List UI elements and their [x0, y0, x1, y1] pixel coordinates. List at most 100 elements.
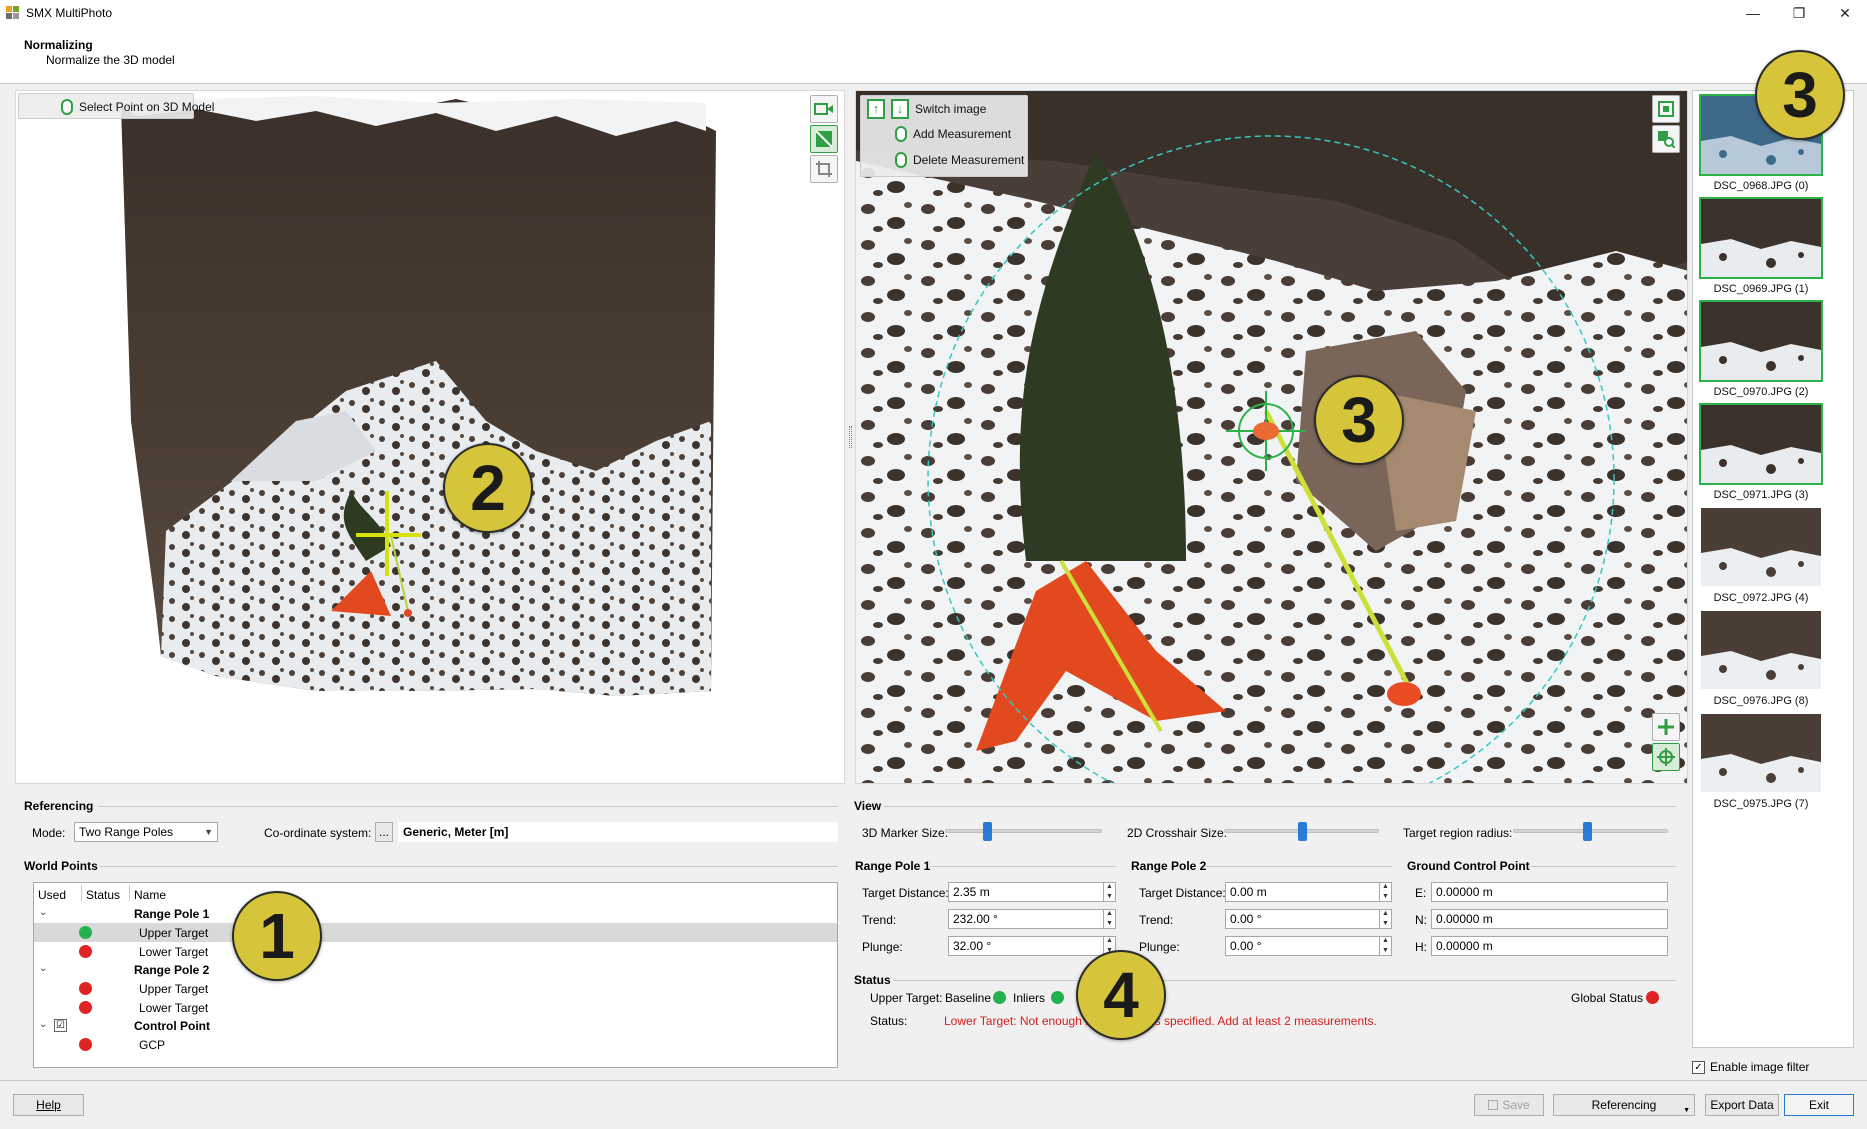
marker-size-slider-track[interactable] [945, 829, 1102, 833]
rp1-distance-spinner[interactable]: ▲ ▼ [1103, 882, 1115, 902]
rp1-trend-input[interactable]: 232.00 ° [948, 909, 1116, 929]
coord-system-value: Generic, Meter [m] [398, 822, 838, 842]
thumbnail-image[interactable] [1699, 300, 1823, 382]
target-radius-label: Target region radius: [1403, 826, 1513, 840]
inliers-status-dot [1051, 991, 1064, 1004]
window-title: SMX MultiPhoto [26, 6, 113, 20]
add-point-button[interactable] [1652, 713, 1680, 741]
thumbnail-label: DSC_0969.JPG (1) [1713, 283, 1809, 295]
column-divider [81, 885, 82, 901]
viewport-splitter[interactable] [849, 426, 852, 448]
global-status-label: Global Status [1571, 991, 1644, 1005]
exit-button[interactable]: Exit [1784, 1094, 1854, 1116]
referencing-section-title: Referencing [24, 799, 94, 813]
target-radius-slider-thumb[interactable] [1583, 822, 1593, 841]
wizard-header: Normalizing Normalize the 3D model [0, 26, 1867, 84]
referencing-button[interactable]: Referencing ▼ [1553, 1094, 1695, 1116]
texture-icon [815, 130, 833, 148]
rp2-trend-label: Trend: [1139, 913, 1174, 927]
tree-row-lower-target-2[interactable]: Lower Target [34, 998, 837, 1017]
world-points-section-title: World Points [24, 859, 98, 873]
status-section-title: Status [854, 973, 891, 987]
rp1-plunge-input[interactable]: 32.00 ° [948, 936, 1116, 956]
arrow-down-icon: ↓ [891, 99, 909, 119]
gcp-e-input[interactable]: 0.00000 m [1431, 882, 1668, 902]
video-camera-icon [814, 103, 833, 115]
mode-select[interactable]: Two Range Poles ▼ [74, 822, 218, 842]
chevron-down-icon[interactable]: ⌄ [39, 1019, 47, 1030]
model-3d-render [116, 96, 716, 696]
control-point-used-checkbox[interactable]: ☑ [54, 1019, 67, 1032]
tree-label: Range Pole 2 [134, 963, 210, 977]
gcp-e-label: E: [1415, 886, 1427, 900]
thumbnail-label: DSC_0970.JPG (2) [1713, 386, 1809, 398]
rp1-distance-label: Target Distance: [862, 886, 949, 900]
global-status-dot [1646, 991, 1659, 1004]
column-divider [129, 885, 130, 901]
zoom-region-button[interactable] [1652, 125, 1680, 153]
marker-badge-2: 2 [443, 443, 533, 533]
thumbnail-label: DSC_0975.JPG (7) [1713, 798, 1809, 810]
thumbnail-label: DSC_0968.JPG (0) [1713, 180, 1809, 192]
coord-system-browse-button[interactable]: ... [375, 822, 393, 842]
rp2-plunge-label: Plunge: [1139, 940, 1180, 954]
rp2-trend-input[interactable]: 0.00 ° [1225, 909, 1392, 929]
save-button[interactable]: Save [1474, 1094, 1544, 1116]
thumbnail-image[interactable] [1699, 506, 1823, 588]
rp2-distance-spinner[interactable]: ▲ ▼ [1379, 882, 1391, 902]
help-button[interactable]: Help [13, 1094, 84, 1116]
save-icon [1488, 1100, 1499, 1110]
crosshair-size-slider-thumb[interactable] [1297, 822, 1307, 841]
rp2-distance-input[interactable]: 0.00 m [1225, 882, 1392, 902]
tree-row-upper-target-1[interactable]: Upper Target [34, 923, 837, 942]
image-2d-viewport[interactable]: ↑ ↓ Switch image Add Measurement Delete … [855, 90, 1688, 784]
thumbnail-panel[interactable]: DSC_0968.JPG (0) DSC_0969.JPG (1) DSC_0970… [1692, 90, 1854, 1048]
thumbnail-image[interactable] [1699, 712, 1823, 794]
tree-row-range-pole-2[interactable]: ⌄ Range Pole 2 [34, 960, 837, 979]
rp1-distance-input[interactable]: 2.35 m [948, 882, 1116, 902]
tree-row-lower-target-1[interactable]: Lower Target [34, 942, 837, 961]
rp1-trend-label: Trend: [862, 913, 897, 927]
center-target-button[interactable] [1652, 743, 1680, 771]
fit-view-button[interactable] [1652, 95, 1680, 123]
target-icon [1657, 748, 1675, 766]
rp1-trend-spinner[interactable]: ▲ ▼ [1103, 909, 1115, 929]
rp2-trend-spinner[interactable]: ▲ ▼ [1379, 909, 1391, 929]
texture-toggle-button[interactable] [810, 125, 838, 153]
fit-to-window-icon [1658, 101, 1674, 117]
camera-view-button[interactable] [810, 95, 838, 123]
zoom-in-icon [1658, 131, 1675, 148]
marker-size-slider-thumb[interactable] [983, 822, 993, 841]
close-button[interactable]: ✕ [1822, 0, 1867, 26]
restore-button[interactable]: ❐ [1776, 0, 1822, 26]
chevron-down-icon[interactable]: ⌄ [39, 907, 47, 918]
gcp-n-label: N: [1415, 913, 1427, 927]
coord-system-label: Co-ordinate system: [264, 826, 372, 840]
gcp-h-input[interactable]: 0.00000 m [1431, 936, 1668, 956]
thumbnail-image[interactable] [1699, 609, 1823, 691]
minimize-button[interactable]: — [1730, 0, 1776, 26]
rp2-plunge-input[interactable]: 0.00 ° [1225, 936, 1392, 956]
tree-row-range-pole-1[interactable]: ⌄ Range Pole 1 [34, 904, 837, 923]
thumbnail-image[interactable] [1699, 197, 1823, 279]
save-label: Save [1502, 1098, 1530, 1112]
export-data-button[interactable]: Export Data [1705, 1094, 1779, 1116]
thumbnail-image[interactable] [1699, 403, 1823, 485]
gcp-n-input[interactable]: 0.00000 m [1431, 909, 1668, 929]
referencing-label: Referencing [1591, 1098, 1657, 1112]
photo-render [856, 91, 1687, 783]
crop-tool-button[interactable] [810, 155, 838, 183]
chevron-down-icon[interactable]: ⌄ [39, 963, 47, 974]
tree-row-upper-target-2[interactable]: Upper Target [34, 979, 837, 998]
enable-filter-checkbox-row[interactable]: ✓ Enable image filter [1692, 1060, 1809, 1074]
world-points-tree[interactable]: Used Status Name ⌄ Range Pole 1 Upper Ta… [33, 882, 838, 1068]
tree-row-gcp[interactable]: GCP [34, 1035, 837, 1054]
chevron-down-icon: ▼ [1683, 1107, 1690, 1114]
app-icon [6, 6, 20, 20]
model-3d-viewport[interactable]: Select Point on 3D Model 2 [15, 90, 845, 784]
title-bar: SMX MultiPhoto — ❐ ✕ [0, 0, 1867, 26]
enable-filter-checkbox[interactable]: ✓ [1692, 1060, 1705, 1074]
rp2-plunge-spinner[interactable]: ▲ ▼ [1379, 936, 1391, 956]
tree-row-control-point[interactable]: ⌄ ☑ Control Point [34, 1016, 837, 1035]
column-header-status: Status [86, 888, 121, 902]
